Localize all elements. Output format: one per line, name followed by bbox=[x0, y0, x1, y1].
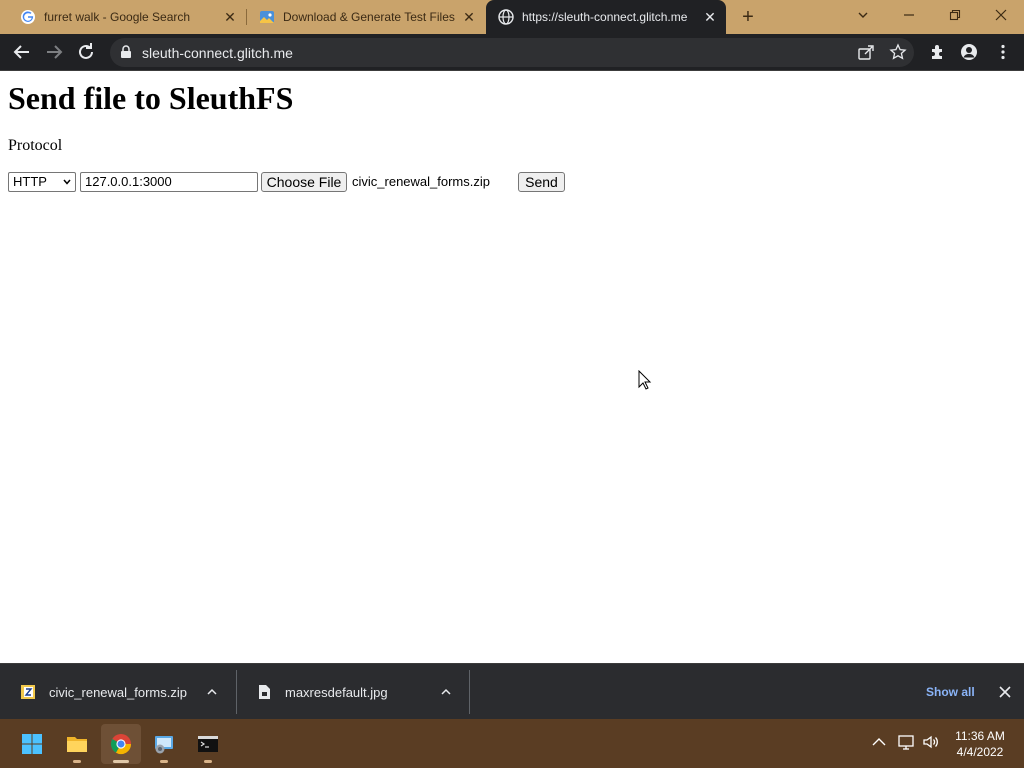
running-indicator bbox=[113, 760, 129, 763]
reload-icon[interactable] bbox=[74, 40, 98, 64]
tab-title: furret walk - Google Search bbox=[44, 10, 191, 24]
landscape-icon bbox=[260, 11, 274, 23]
download-item[interactable]: maxresdefault.jpg bbox=[236, 664, 469, 720]
chevron-up-icon[interactable] bbox=[206, 686, 218, 698]
extensions-icon[interactable] bbox=[929, 43, 947, 61]
chrome-icon bbox=[110, 734, 132, 755]
tab-search-chevron-icon[interactable] bbox=[840, 0, 886, 30]
url-text: sleuth-connect.glitch.me bbox=[142, 45, 293, 61]
tab-test-files[interactable]: Download & Generate Test Files ✕ bbox=[247, 0, 485, 34]
profile-icon[interactable] bbox=[960, 43, 978, 61]
google-icon bbox=[21, 10, 35, 24]
page-content: Send file to SleuthFS Protocol HTTP 127.… bbox=[0, 71, 1024, 663]
start-button[interactable] bbox=[12, 724, 52, 764]
clock-date: 4/4/2022 bbox=[956, 745, 1004, 759]
zip-file-icon bbox=[21, 685, 35, 699]
back-icon[interactable] bbox=[10, 40, 34, 64]
share-icon[interactable] bbox=[857, 43, 875, 61]
tab-title: https://sleuth-connect.glitch.me bbox=[522, 10, 688, 24]
file-explorer-icon bbox=[67, 737, 87, 752]
tab-title: Download & Generate Test Files bbox=[283, 10, 455, 24]
system-clock[interactable]: 11:36 AM 4/4/2022 bbox=[952, 728, 1008, 760]
choose-file-button[interactable]: Choose File bbox=[261, 172, 347, 192]
restore-icon[interactable] bbox=[932, 0, 978, 30]
volume-icon[interactable] bbox=[922, 733, 940, 751]
running-indicator bbox=[73, 760, 81, 763]
browser-toolbar: sleuth-connect.glitch.me bbox=[0, 34, 1024, 71]
close-icon[interactable] bbox=[998, 685, 1012, 699]
tab-strip: furret walk - Google Search ✕ Download &… bbox=[0, 0, 1024, 34]
tab-google-search[interactable]: furret walk - Google Search ✕ bbox=[0, 0, 246, 34]
taskbar-remote-desktop[interactable] bbox=[144, 724, 184, 764]
taskbar-file-explorer[interactable] bbox=[57, 724, 97, 764]
new-tab-button[interactable]: + bbox=[736, 6, 760, 28]
show-all-link[interactable]: Show all bbox=[926, 685, 975, 699]
downloads-shelf: civic_renewal_forms.zip maxresdefault.jp… bbox=[0, 663, 1024, 719]
bookmark-star-icon[interactable] bbox=[889, 43, 907, 61]
download-file-name: civic_renewal_forms.zip bbox=[49, 685, 187, 700]
address-input[interactable]: 127.0.0.1:3000 bbox=[80, 172, 258, 192]
protocol-label: Protocol bbox=[8, 137, 63, 154]
remote-desktop-icon bbox=[155, 736, 173, 754]
mouse-cursor-icon bbox=[638, 370, 652, 390]
taskbar-chrome[interactable] bbox=[101, 724, 141, 764]
close-icon[interactable]: ✕ bbox=[461, 9, 477, 25]
minimize-icon[interactable] bbox=[886, 0, 932, 30]
clock-time: 11:36 AM bbox=[955, 729, 1005, 743]
address-bar[interactable]: sleuth-connect.glitch.me bbox=[110, 38, 914, 67]
chosen-file-name: civic_renewal_forms.zip bbox=[352, 174, 490, 189]
windows-start-icon bbox=[22, 734, 42, 754]
network-icon[interactable] bbox=[897, 733, 915, 751]
terminal-icon bbox=[198, 736, 218, 752]
protocol-select-value: HTTP bbox=[13, 174, 47, 189]
chevron-up-icon[interactable] bbox=[870, 733, 888, 751]
windows-taskbar: 11:36 AM 4/4/2022 bbox=[0, 719, 1024, 768]
image-file-icon bbox=[259, 685, 270, 699]
globe-icon bbox=[498, 9, 514, 25]
close-window-icon[interactable] bbox=[978, 0, 1024, 30]
download-separator bbox=[469, 670, 470, 714]
page-title: Send file to SleuthFS bbox=[8, 80, 294, 116]
close-icon[interactable]: ✕ bbox=[702, 9, 718, 25]
menu-kebab-icon[interactable] bbox=[994, 43, 1012, 61]
send-button[interactable]: Send bbox=[518, 172, 565, 192]
chevron-up-icon[interactable] bbox=[440, 686, 452, 698]
running-indicator bbox=[204, 760, 212, 763]
tab-sleuth-connect[interactable]: https://sleuth-connect.glitch.me ✕ bbox=[486, 0, 726, 34]
chevron-down-icon bbox=[63, 179, 71, 185]
protocol-select[interactable]: HTTP bbox=[8, 172, 76, 192]
download-item[interactable]: civic_renewal_forms.zip bbox=[0, 664, 236, 720]
lock-icon[interactable] bbox=[120, 45, 132, 59]
forward-icon[interactable] bbox=[42, 40, 66, 64]
taskbar-terminal[interactable] bbox=[188, 724, 228, 764]
download-file-name: maxresdefault.jpg bbox=[285, 685, 388, 700]
running-indicator bbox=[160, 760, 168, 763]
close-icon[interactable]: ✕ bbox=[222, 9, 238, 25]
